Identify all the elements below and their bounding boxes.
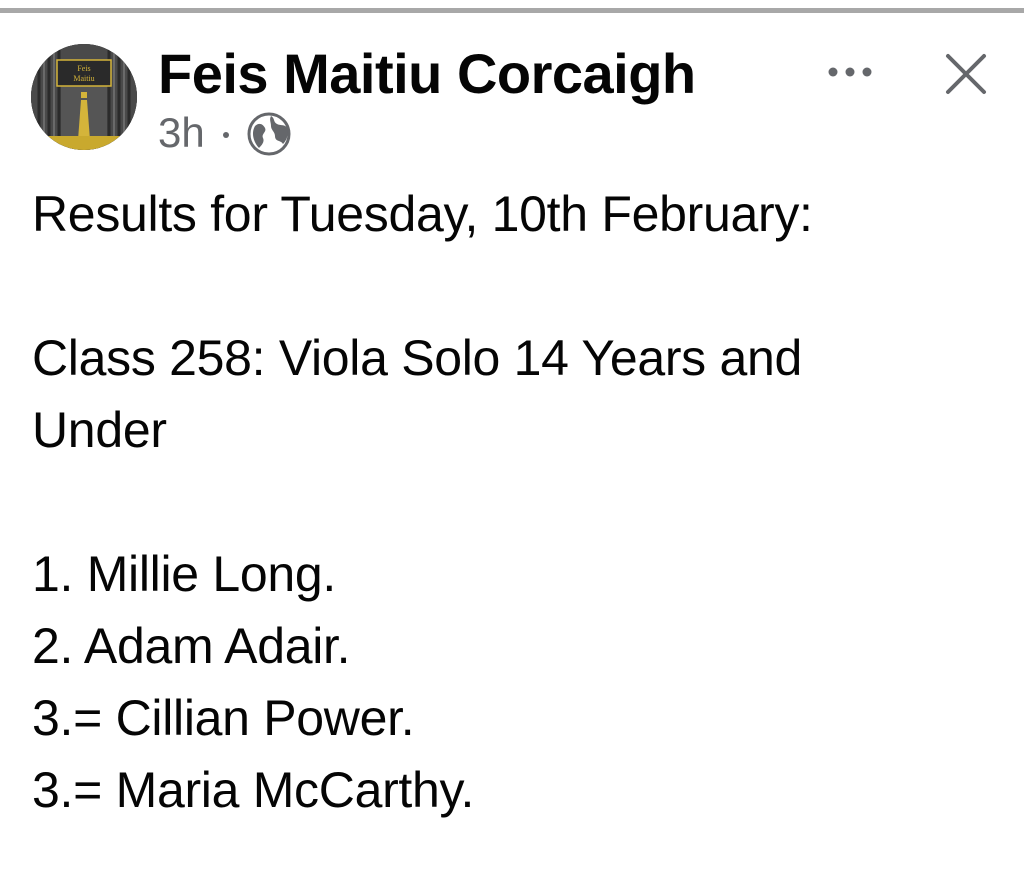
more-options-button[interactable] bbox=[822, 50, 878, 94]
page-avatar[interactable]: Feis Maitiu bbox=[31, 44, 137, 150]
page-name-link[interactable]: Feis Maitiu Corcaigh bbox=[158, 42, 696, 106]
result-item: 3.= Cillian Power. bbox=[32, 690, 415, 746]
result-item: 3.= Maria McCarthy. bbox=[32, 762, 475, 818]
close-icon bbox=[946, 54, 986, 94]
globe-icon[interactable] bbox=[245, 110, 293, 158]
top-divider bbox=[0, 8, 1024, 13]
class-title-line-2: Under bbox=[32, 402, 167, 458]
post-timestamp[interactable]: 3h bbox=[158, 108, 205, 158]
avatar-image: Feis Maitiu bbox=[31, 44, 137, 150]
close-post-button[interactable] bbox=[936, 44, 996, 104]
svg-text:Feis: Feis bbox=[77, 64, 90, 73]
result-item: 1. Millie Long. bbox=[32, 546, 336, 602]
results-heading: Results for Tuesday, 10th February: bbox=[32, 186, 813, 242]
post-text: Results for Tuesday, 10th February: Clas… bbox=[32, 178, 992, 826]
ellipsis-icon bbox=[828, 67, 872, 77]
class-title-line-1: Class 258: Viola Solo 14 Years and bbox=[32, 330, 803, 386]
meta-separator-dot bbox=[222, 132, 229, 138]
result-item: 2. Adam Adair. bbox=[32, 618, 351, 674]
svg-text:Maitiu: Maitiu bbox=[73, 74, 94, 83]
post-meta: 3h bbox=[158, 108, 293, 158]
